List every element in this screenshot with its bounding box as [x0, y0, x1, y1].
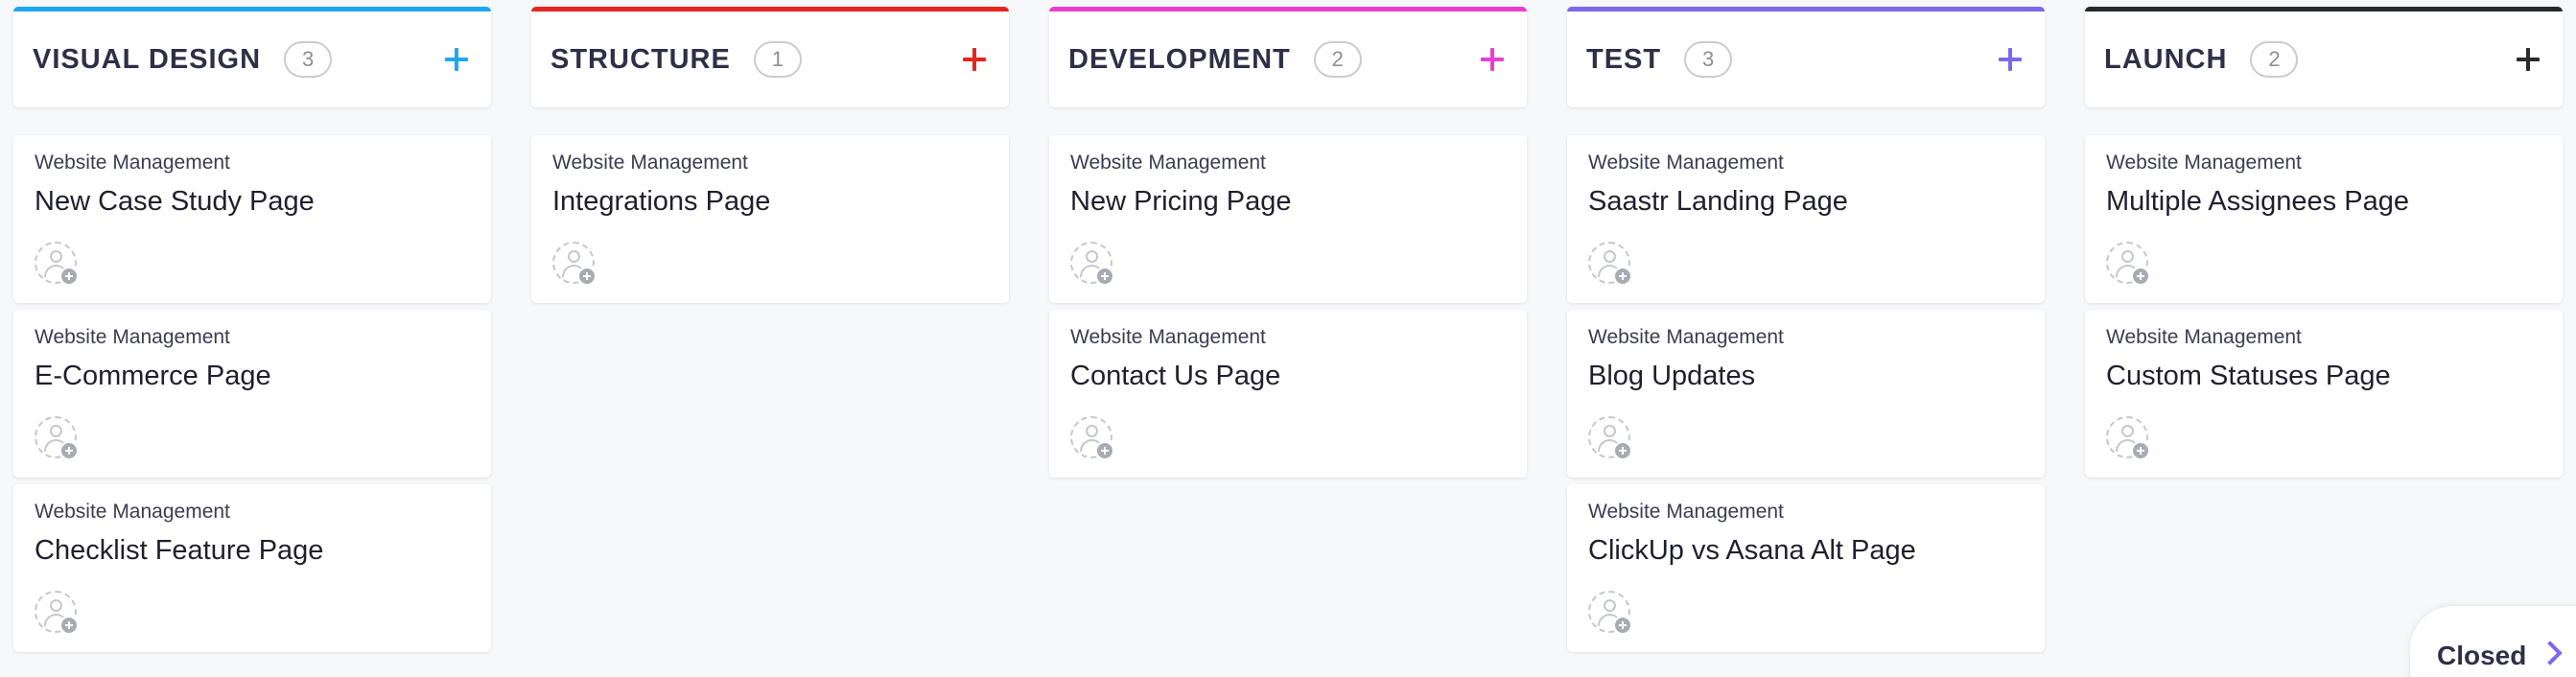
column-visual-design: VISUAL DESIGN 3 Website Management New C… [13, 7, 491, 659]
card-list-name: Website Management [1588, 501, 1784, 523]
card-list: Website Management New Pricing Page Webs… [1049, 135, 1527, 478]
card-title: Contact Us Page [1070, 361, 1281, 391]
column-title: DEVELOPMENT [1068, 43, 1291, 75]
task-count-badge: 2 [2250, 41, 2299, 78]
column-header[interactable]: LAUNCH 2 [2085, 7, 2563, 107]
card-list-name: Website Management [2106, 152, 2302, 174]
add-task-plus-icon[interactable] [445, 48, 468, 71]
card-title: Checklist Feature Page [35, 535, 324, 566]
add-assignee-icon[interactable] [1070, 242, 1114, 286]
column-title: VISUAL DESIGN [33, 43, 262, 75]
task-count-badge: 2 [1313, 41, 1362, 78]
task-card[interactable]: Website Management ClickUp vs Asana Alt … [1567, 484, 2045, 652]
task-card[interactable]: Website Management Saastr Landing Page [1567, 135, 2045, 303]
task-card[interactable]: Website Management Multiple Assignees Pa… [2085, 135, 2563, 303]
column-title: LAUNCH [2104, 43, 2228, 75]
add-assignee-icon[interactable] [1588, 242, 1632, 286]
column-development: DEVELOPMENT 2 Website Management New Pri… [1049, 7, 1527, 484]
card-list: Website Management Multiple Assignees Pa… [2085, 135, 2563, 478]
add-assignee-icon[interactable] [2106, 242, 2150, 286]
card-list-name: Website Management [35, 326, 230, 348]
add-assignee-icon[interactable] [35, 242, 79, 286]
add-assignee-icon[interactable] [35, 591, 79, 635]
card-list: Website Management New Case Study Page W… [13, 135, 491, 652]
task-card[interactable]: Website Management Custom Statuses Page [2085, 310, 2563, 478]
task-count-badge: 1 [753, 41, 802, 78]
card-title: New Pricing Page [1070, 186, 1292, 217]
task-card[interactable]: Website Management E-Commerce Page [13, 310, 491, 478]
add-task-plus-icon[interactable] [1999, 48, 2022, 71]
chevron-right-icon [2538, 641, 2564, 665]
task-card[interactable]: Website Management Blog Updates [1567, 310, 2045, 478]
kanban-board: VISUAL DESIGN 3 Website Management New C… [0, 0, 2576, 677]
add-assignee-icon[interactable] [1588, 591, 1632, 635]
task-card[interactable]: Website Management Integrations Page [531, 135, 1009, 303]
column-title: STRUCTURE [550, 43, 731, 75]
card-list-name: Website Management [1070, 326, 1266, 348]
task-card[interactable]: Website Management Checklist Feature Pag… [13, 484, 491, 652]
column-header[interactable]: TEST 3 [1567, 7, 2045, 107]
card-list-name: Website Management [1588, 326, 1784, 348]
column-header[interactable]: STRUCTURE 1 [531, 7, 1009, 107]
add-assignee-icon[interactable] [552, 242, 597, 286]
card-list-name: Website Management [1070, 152, 1266, 174]
card-title: E-Commerce Page [35, 361, 271, 391]
add-task-plus-icon[interactable] [1481, 48, 1504, 71]
card-title: Custom Statuses Page [2106, 361, 2391, 391]
add-task-plus-icon[interactable] [963, 48, 986, 71]
task-count-badge: 3 [1684, 41, 1733, 78]
add-assignee-icon[interactable] [2106, 416, 2150, 460]
column-header[interactable]: VISUAL DESIGN 3 [13, 7, 491, 107]
card-list-name: Website Management [1588, 152, 1784, 174]
column-structure: STRUCTURE 1 Website Management Integrati… [531, 7, 1009, 310]
closed-label: Closed [2437, 641, 2527, 670]
add-assignee-icon[interactable] [35, 416, 79, 460]
card-list-name: Website Management [2106, 326, 2302, 348]
add-task-plus-icon[interactable] [2517, 48, 2540, 71]
task-count-badge: 3 [284, 41, 333, 78]
column-launch: LAUNCH 2 Website Management Multiple Ass… [2085, 7, 2563, 484]
card-title: Integrations Page [552, 186, 771, 217]
task-card[interactable]: Website Management New Pricing Page [1049, 135, 1527, 303]
add-assignee-icon[interactable] [1070, 416, 1114, 460]
card-list-name: Website Management [35, 152, 230, 174]
column-test: TEST 3 Website Management Saastr Landing… [1567, 7, 2045, 659]
card-title: Multiple Assignees Page [2106, 186, 2409, 217]
card-title: Blog Updates [1588, 361, 1756, 391]
card-title: ClickUp vs Asana Alt Page [1588, 535, 1916, 566]
task-card[interactable]: Website Management Contact Us Page [1049, 310, 1527, 478]
card-list-name: Website Management [552, 152, 748, 174]
task-card[interactable]: Website Management New Case Study Page [13, 135, 491, 303]
card-list: Website Management Integrations Page [531, 135, 1009, 303]
card-list: Website Management Saastr Landing Page W… [1567, 135, 2045, 652]
card-list-name: Website Management [35, 501, 230, 523]
card-title: Saastr Landing Page [1588, 186, 1848, 217]
column-header[interactable]: DEVELOPMENT 2 [1049, 7, 1527, 107]
card-title: New Case Study Page [35, 186, 315, 217]
column-title: TEST [1586, 43, 1662, 75]
closed-column-toggle[interactable]: Closed [2410, 606, 2576, 677]
add-assignee-icon[interactable] [1588, 416, 1632, 460]
